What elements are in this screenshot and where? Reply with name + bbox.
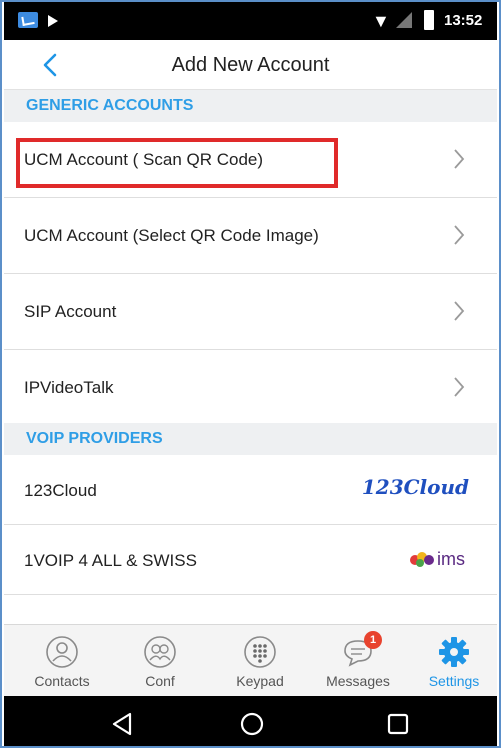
home-circle-icon[interactable] (238, 710, 266, 738)
messages-badge: 1 (364, 631, 382, 649)
list-item-label: IPVideoTalk (24, 378, 114, 397)
section-header-voip-providers: VOIP PROVIDERS (4, 423, 497, 455)
list-item-sip-account[interactable]: SIP Account (4, 274, 497, 350)
tab-label: Messages (326, 673, 390, 689)
status-bar: ▼ 13:52 (4, 2, 497, 40)
list-item-1voip[interactable]: 1VOIP 4 ALL & SWISS ims (4, 525, 497, 595)
ims-logo-icon (410, 552, 434, 567)
back-triangle-icon[interactable] (108, 710, 136, 738)
tab-label: Contacts (34, 673, 90, 689)
system-nav-bar (4, 696, 497, 746)
wifi-icon: ▼ (372, 11, 390, 31)
bottom-nav: Contacts Conf Keypad 1 Messages Settings (4, 624, 497, 696)
list-item-ipvideotalk[interactable]: IPVideoTalk (4, 350, 497, 426)
section-header-generic-accounts: GENERIC ACCOUNTS (4, 90, 497, 122)
provider-logo-ims: ims (409, 549, 465, 570)
cell-signal-icon (396, 12, 412, 28)
highlight-box (16, 138, 338, 188)
chevron-right-icon (454, 377, 465, 397)
battery-icon (424, 10, 434, 30)
app-bar: Add New Account (4, 40, 497, 90)
tab-settings[interactable]: Settings (408, 625, 499, 697)
list-item-label: SIP Account (24, 302, 117, 321)
conference-icon (144, 636, 176, 668)
tab-label: Conf (145, 673, 175, 689)
tab-label: Keypad (236, 673, 284, 689)
provider-logo-123cloud: 123Cloud (361, 475, 469, 499)
tab-contacts[interactable]: Contacts (16, 625, 108, 697)
list-item-123cloud[interactable]: 123Cloud 123Cloud (4, 455, 497, 525)
chevron-right-icon (454, 149, 465, 169)
list-item-ucm-select-qr-image[interactable]: UCM Account (Select QR Code Image) (4, 198, 497, 274)
recents-square-icon[interactable] (384, 710, 412, 738)
list-item-label: 1VOIP 4 ALL & SWISS (24, 551, 197, 570)
app-notification-icon (18, 12, 38, 28)
tab-label: Settings (428, 673, 480, 689)
tab-conf[interactable]: Conf (114, 625, 206, 697)
gear-icon (439, 637, 469, 667)
list-item-label: 123Cloud (24, 481, 97, 500)
keypad-icon (244, 636, 276, 668)
chevron-right-icon (454, 225, 465, 245)
status-time: 13:52 (444, 12, 483, 29)
tab-keypad[interactable]: Keypad (214, 625, 306, 697)
provider-logo-text: ims (437, 549, 465, 569)
tab-messages[interactable]: 1 Messages (312, 625, 404, 697)
list-item-label: UCM Account (Select QR Code Image) (24, 226, 319, 245)
page-title: Add New Account (171, 54, 330, 76)
phone-screen: ▼ 13:52 Add New Account GENERIC ACCOUNTS… (0, 0, 501, 748)
contacts-icon (46, 636, 78, 668)
play-notification-icon (48, 15, 58, 27)
chevron-right-icon (454, 301, 465, 321)
